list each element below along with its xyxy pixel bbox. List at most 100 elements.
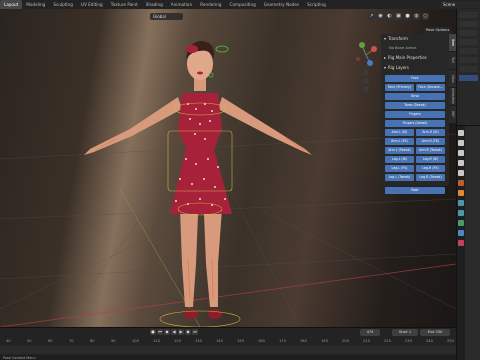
- tab-animation-side[interactable]: Animation: [449, 88, 456, 105]
- next-key-icon[interactable]: ◆: [185, 329, 191, 335]
- tab-animation[interactable]: Animation: [167, 0, 196, 9]
- tool-icon[interactable]: [458, 130, 464, 136]
- scene-selector[interactable]: Scene: [440, 1, 480, 8]
- current-frame-field[interactable]: 474: [360, 329, 380, 336]
- layer-torso-button[interactable]: Torso: [385, 93, 445, 100]
- navigation-gizmo[interactable]: [356, 42, 377, 66]
- blender-window: Layout Modeling Sculpting UV Editing Tex…: [0, 0, 480, 360]
- character-model[interactable]: [84, 41, 312, 319]
- left-shoe: [184, 309, 198, 319]
- layer-torso-tweak-button[interactable]: Torso (Tweak): [385, 102, 445, 109]
- ruler-tick-label: 210: [363, 339, 370, 343]
- ruler-tick-label: 220: [384, 339, 391, 343]
- tab-compositing[interactable]: Compositing: [226, 0, 260, 9]
- layer-arm-l-fk-button[interactable]: Arm.L (FK): [385, 138, 414, 145]
- overlay-icon[interactable]: ◐: [386, 13, 393, 20]
- rig-main-section-header[interactable]: ▸ Rig Main Properties: [381, 53, 449, 63]
- material-icon[interactable]: [458, 240, 464, 246]
- world-icon[interactable]: [458, 180, 464, 186]
- frame-ruler[interactable]: 40 50 60 70 80 90 100 110 120 130 140 150 160 170 180 1…: [0, 338, 456, 346]
- layer-arm-l-tweak-button[interactable]: Arm.L (Tweak): [385, 147, 414, 154]
- tab-layout[interactable]: Layout: [0, 0, 23, 9]
- tab-tool[interactable]: Tool: [449, 52, 456, 69]
- layer-leg-r-fk-button[interactable]: Leg.R (FK): [416, 165, 445, 172]
- render-icon[interactable]: [458, 140, 464, 146]
- rig-layers-section-header[interactable]: ▾ Rig Layers: [381, 63, 449, 73]
- object-icon[interactable]: [458, 190, 464, 196]
- view-layer-icon[interactable]: [458, 160, 464, 166]
- end-frame-field[interactable]: End 250: [420, 329, 450, 336]
- tab-item[interactable]: Item: [449, 34, 456, 51]
- ruler-tick-label: 80: [90, 339, 95, 343]
- layer-leg-r-ik-button[interactable]: Leg.R (IK): [416, 156, 445, 163]
- layer-face-primary-button[interactable]: Face (Primary): [385, 84, 414, 91]
- layer-face-secondary-button[interactable]: Face (Second...: [416, 84, 445, 91]
- physics-icon[interactable]: [458, 230, 464, 236]
- tab-uv-editing[interactable]: UV Editing: [77, 0, 107, 9]
- material-shading-icon[interactable]: ◍: [413, 13, 420, 20]
- playback-buttons: ● ⏮ ◆ ◀ ▶ ◆ ⏭: [150, 329, 198, 335]
- outliner-row[interactable]: [459, 30, 478, 36]
- outliner-row[interactable]: [459, 66, 478, 72]
- tab-texture-paint[interactable]: Texture Paint: [107, 0, 142, 9]
- layer-arm-l-ik-button[interactable]: Arm.L (IK): [385, 129, 414, 136]
- jump-end-icon[interactable]: ⏭: [192, 329, 198, 335]
- modifier-icon[interactable]: [458, 200, 464, 206]
- outliner-row[interactable]: [459, 57, 478, 63]
- solid-shading-icon[interactable]: ●: [404, 13, 411, 20]
- layer-arm-r-tweak-button[interactable]: Arm.R (Tweak): [416, 147, 445, 154]
- layer-leg-l-ik-button[interactable]: Leg.L (IK): [385, 156, 414, 163]
- play-reverse-icon[interactable]: ◀: [171, 329, 177, 335]
- output-icon[interactable]: [458, 150, 464, 156]
- tab-modeling[interactable]: Modeling: [22, 0, 49, 9]
- layer-fingers-button[interactable]: Fingers: [385, 111, 445, 118]
- record-icon[interactable]: ●: [150, 329, 156, 335]
- outliner-row[interactable]: [459, 12, 478, 18]
- x-axis-line: [0, 263, 456, 327]
- eye-icon[interactable]: ◉: [377, 13, 384, 20]
- scene-icon[interactable]: [458, 170, 464, 176]
- rig-layers-grid: Face Face (Primary) Face (Second... Tors…: [381, 75, 449, 194]
- start-frame-field[interactable]: Start 1: [392, 329, 418, 336]
- viewport-header-icons: ↗ ◉ ◐ ▣ ● ◍ ○: [368, 13, 429, 20]
- play-icon[interactable]: ▶: [178, 329, 184, 335]
- end-value: 250: [435, 330, 443, 334]
- tab-sculpting[interactable]: Sculpting: [49, 0, 77, 9]
- tab-scripting[interactable]: Scripting: [303, 0, 330, 9]
- data-icon[interactable]: [458, 220, 464, 226]
- outliner-row[interactable]: [459, 21, 478, 27]
- rendered-shading-icon[interactable]: ○: [422, 13, 429, 20]
- cursor-icon[interactable]: ↗: [368, 13, 375, 20]
- outliner-row[interactable]: [459, 39, 478, 45]
- tab-rendering[interactable]: Rendering: [196, 0, 225, 9]
- tab-bbp[interactable]: BBP: [449, 106, 456, 123]
- layer-root-button[interactable]: Root: [385, 187, 445, 194]
- layer-leg-l-fk-button[interactable]: Leg.L (FK): [385, 165, 414, 172]
- layer-leg-r-tweak-button[interactable]: Leg.R (Tweak): [416, 174, 445, 181]
- layer-arm-r-fk-button[interactable]: Arm.R (FK): [416, 138, 445, 145]
- xray-icon[interactable]: ▣: [395, 13, 402, 20]
- ruler-tick-label: 240: [426, 339, 433, 343]
- tab-view[interactable]: View: [449, 70, 456, 87]
- chevron-down-icon: ▾: [384, 65, 387, 70]
- layer-arm-r-ik-button[interactable]: Arm.R (IK): [416, 129, 445, 136]
- outliner[interactable]: [457, 12, 480, 122]
- properties-tabs: [457, 126, 465, 360]
- properties-editor[interactable]: [457, 125, 480, 360]
- tab-shading[interactable]: Shading: [142, 0, 167, 9]
- transform-section-header[interactable]: ▾ Transform: [381, 34, 449, 44]
- pose-options-dropdown[interactable]: Pose Options: [424, 27, 452, 34]
- view-tool-buttons[interactable]: [363, 70, 369, 92]
- tab-geometry-nodes[interactable]: Geometry Nodes: [260, 0, 303, 9]
- constraints-icon[interactable]: [458, 210, 464, 216]
- jump-start-icon[interactable]: ⏮: [157, 329, 163, 335]
- layer-leg-l-tweak-button[interactable]: Leg.L (Tweak): [385, 174, 414, 181]
- layer-fingers-detail-button[interactable]: Fingers (Detail): [385, 120, 445, 127]
- transform-orientation-select[interactable]: Global: [150, 13, 183, 20]
- outliner-row-selected[interactable]: [459, 75, 478, 81]
- layer-face-button[interactable]: Face: [385, 75, 445, 82]
- outliner-row[interactable]: [459, 48, 478, 54]
- timeline-track[interactable]: [0, 346, 456, 354]
- prev-key-icon[interactable]: ◆: [164, 329, 170, 335]
- ruler-tick-label: 230: [405, 339, 412, 343]
